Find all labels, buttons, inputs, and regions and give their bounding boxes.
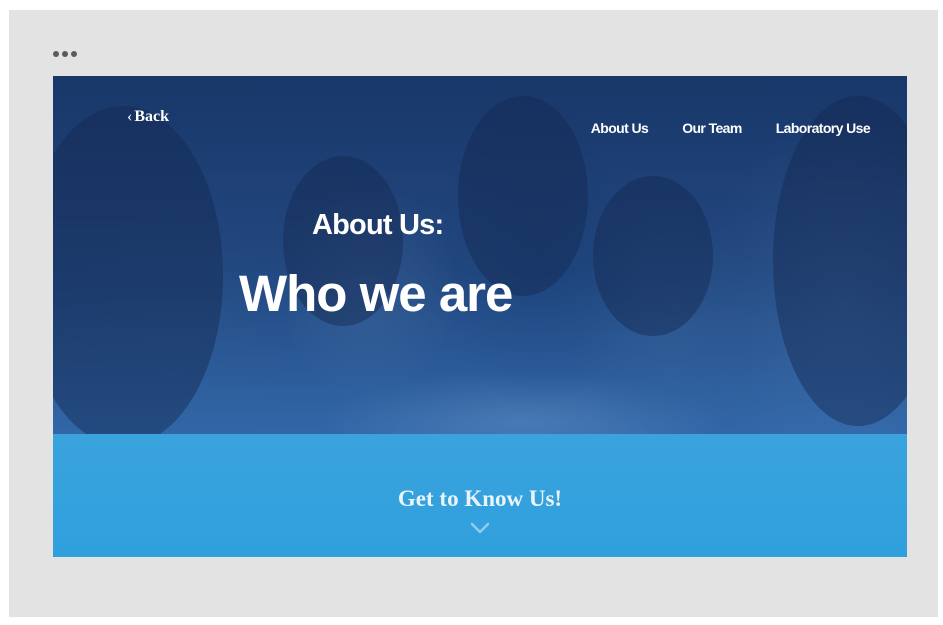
background-photo-figure <box>53 106 223 434</box>
top-nav: About Us Our Team Laboratory Use <box>591 120 871 136</box>
chevron-left-icon: ‹ <box>127 108 133 125</box>
background-photo-figure <box>593 176 713 336</box>
dot <box>53 51 59 57</box>
hero-section: ‹ Back About Us Our Team Laboratory Use … <box>53 76 907 434</box>
dot <box>71 51 77 57</box>
background-photo-figure <box>773 96 907 426</box>
cta-band: Get to Know Us! <box>53 434 907 557</box>
nav-our-team[interactable]: Our Team <box>682 120 742 136</box>
chevron-down-icon[interactable] <box>470 522 490 534</box>
back-button[interactable]: ‹ Back <box>127 108 169 126</box>
nav-about-us[interactable]: About Us <box>591 120 649 136</box>
get-to-know-us-link[interactable]: Get to Know Us! <box>53 486 907 512</box>
nav-laboratory-use[interactable]: Laboratory Use <box>776 120 871 136</box>
hero-title: Who we are <box>239 265 513 322</box>
back-label: Back <box>134 108 169 125</box>
hero-subtitle: About Us: <box>312 209 444 241</box>
ellipsis-icon[interactable] <box>53 51 77 57</box>
dot <box>62 51 68 57</box>
